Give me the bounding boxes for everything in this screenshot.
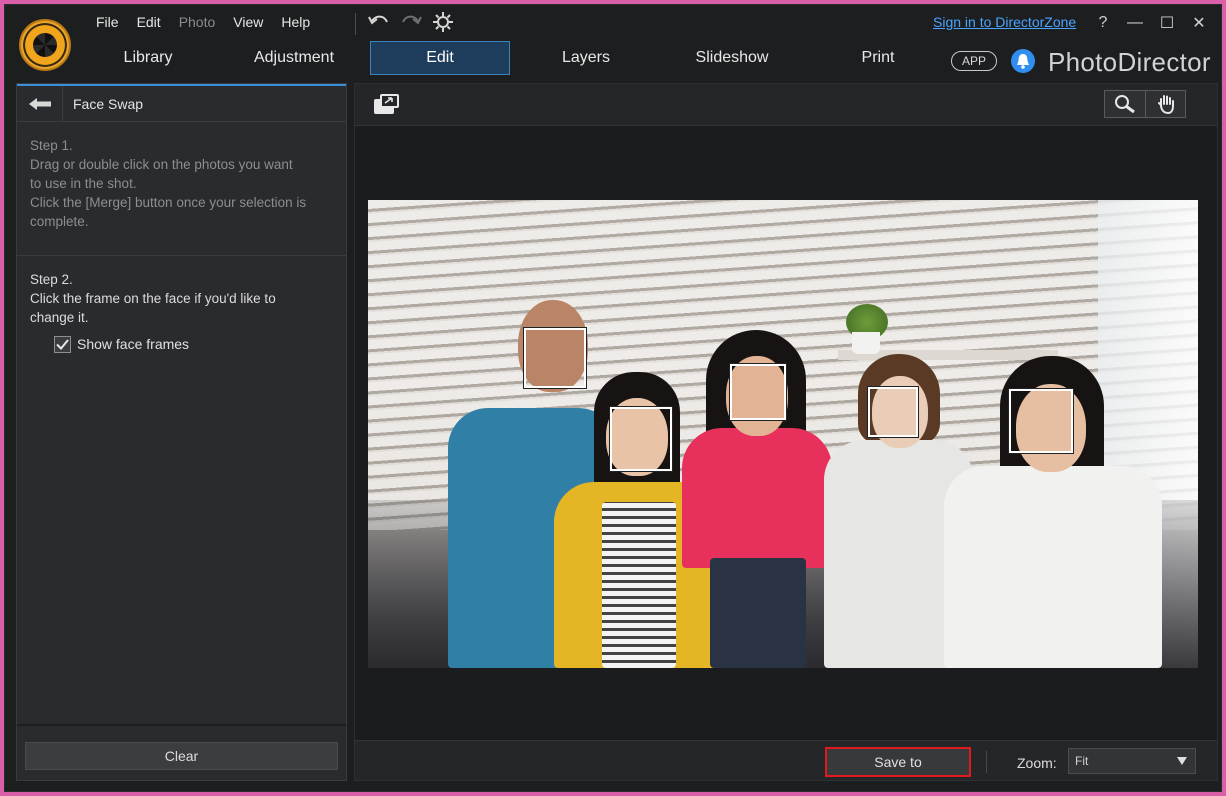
save-to-button[interactable]: Save to bbox=[825, 747, 971, 777]
photo-workspace: Save to Zoom: Fit bbox=[354, 83, 1218, 781]
tab-adjustment[interactable]: Adjustment bbox=[221, 41, 367, 75]
face-frame-2[interactable] bbox=[609, 406, 673, 472]
step2-instructions: Step 2. Click the frame on the face if y… bbox=[17, 256, 346, 368]
magnifier-icon[interactable] bbox=[1105, 91, 1145, 117]
show-face-frames-row[interactable]: Show face frames bbox=[30, 335, 334, 354]
tab-edit[interactable]: Edit bbox=[370, 41, 510, 75]
zoom-value: Fit bbox=[1075, 754, 1089, 768]
menu-file[interactable]: File bbox=[87, 13, 128, 35]
step1-line: Click the [Merge] button once your selec… bbox=[30, 195, 307, 210]
menu-help[interactable]: Help bbox=[272, 13, 319, 35]
tab-layers[interactable]: Layers bbox=[513, 41, 659, 75]
hand-pan-icon[interactable] bbox=[1145, 91, 1185, 117]
panel-footer: Clear bbox=[17, 724, 346, 780]
step1-instructions: Step 1. Drag or double click on the phot… bbox=[17, 122, 346, 256]
zoom-select[interactable]: Fit bbox=[1068, 748, 1196, 774]
gear-icon[interactable] bbox=[431, 11, 455, 33]
tab-print[interactable]: Print bbox=[805, 41, 951, 75]
checkmark-icon bbox=[56, 339, 69, 350]
sign-in-link[interactable]: Sign in to DirectorZone bbox=[933, 14, 1076, 30]
menu-separator bbox=[355, 13, 356, 35]
close-button[interactable]: ✕ bbox=[1183, 11, 1215, 35]
undo-icon[interactable] bbox=[367, 11, 391, 33]
maximize-button[interactable]: ☐ bbox=[1151, 11, 1183, 35]
chevron-down-icon bbox=[1177, 757, 1187, 765]
step1-line: Drag or double click on the photos you w… bbox=[30, 157, 293, 172]
tab-library[interactable]: Library bbox=[75, 41, 221, 75]
help-button[interactable]: ? bbox=[1087, 11, 1119, 35]
minimize-button[interactable]: — bbox=[1119, 11, 1151, 35]
brand-name: PhotoDirector bbox=[1048, 47, 1211, 77]
menu-photo[interactable]: Photo bbox=[170, 13, 225, 35]
panel-title: Face Swap bbox=[73, 95, 144, 112]
back-arrow-icon bbox=[28, 97, 51, 110]
redo-icon[interactable] bbox=[399, 11, 423, 33]
view-tools bbox=[1104, 90, 1186, 118]
panel-header: Face Swap bbox=[17, 84, 346, 122]
face-frame-4[interactable] bbox=[867, 386, 919, 438]
group-photo[interactable] bbox=[368, 200, 1198, 668]
footer-separator bbox=[986, 751, 987, 773]
step1-line: to use in the shot. bbox=[30, 176, 137, 191]
module-tabs: Library Adjustment Edit Layers Slideshow… bbox=[75, 41, 951, 75]
menu-view[interactable]: View bbox=[224, 13, 272, 35]
step1-title: Step 1. bbox=[30, 138, 73, 153]
quick-toolbar bbox=[367, 11, 455, 33]
step1-line: complete. bbox=[30, 214, 89, 229]
menu-bar: File Edit Photo View Help bbox=[87, 13, 319, 35]
plant-pot bbox=[852, 332, 880, 354]
show-face-frames-checkbox[interactable] bbox=[54, 336, 71, 353]
photodirector-logo-icon bbox=[19, 19, 71, 71]
zoom-label: Zoom: bbox=[1017, 755, 1057, 771]
workspace-toolbar bbox=[355, 84, 1217, 126]
face-frame-5[interactable] bbox=[1008, 388, 1074, 454]
back-button[interactable] bbox=[17, 85, 63, 122]
bell-icon[interactable] bbox=[1011, 49, 1035, 73]
workspace-footer: Save to Zoom: Fit bbox=[355, 740, 1217, 780]
window-controls: ? — ☐ ✕ bbox=[1087, 11, 1215, 35]
app-button[interactable]: APP bbox=[951, 51, 997, 71]
step2-title: Step 2. bbox=[30, 272, 73, 287]
clear-button[interactable]: Clear bbox=[25, 742, 338, 770]
photodirector-window: File Edit Photo View Help Sign in to Dir… bbox=[4, 4, 1222, 792]
show-face-frames-label: Show face frames bbox=[77, 336, 190, 352]
face-frame-3[interactable] bbox=[729, 363, 787, 421]
step2-line: Click the frame on the face if you'd lik… bbox=[30, 291, 276, 306]
fit-view-icon[interactable] bbox=[373, 94, 399, 116]
face-frame-1[interactable] bbox=[523, 327, 587, 389]
menu-edit[interactable]: Edit bbox=[128, 13, 170, 35]
step2-line: change it. bbox=[30, 310, 89, 325]
face-swap-panel: Face Swap Step 1. Drag or double click o… bbox=[16, 83, 347, 781]
tab-slideshow[interactable]: Slideshow bbox=[659, 41, 805, 75]
